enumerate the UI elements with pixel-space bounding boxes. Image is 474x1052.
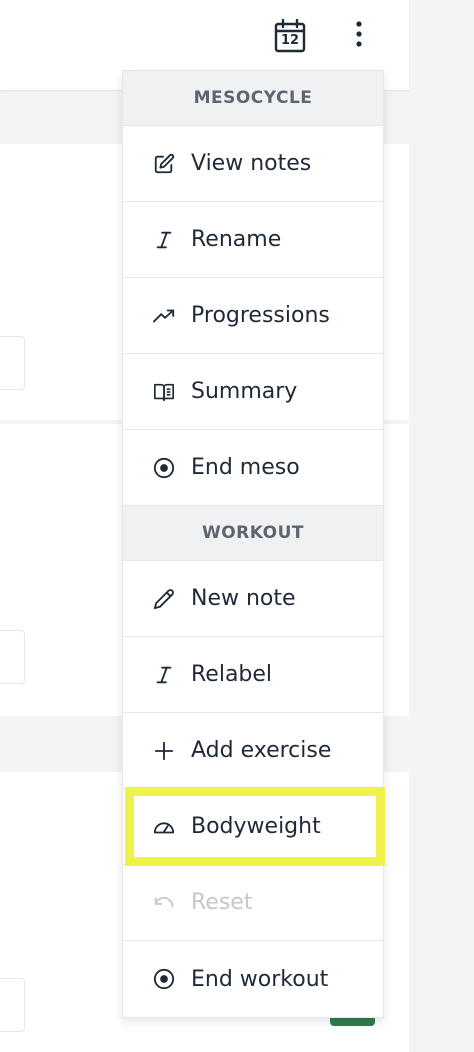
- menu-item-rename[interactable]: Rename: [123, 202, 383, 278]
- context-menu: MESOCYCLE View notes Rename Progressions…: [122, 70, 385, 1018]
- menu-item-label: Progressions: [191, 303, 330, 328]
- menu-item-label: End workout: [191, 966, 329, 992]
- italic-cursor-icon: [151, 227, 177, 253]
- menu-item-view-notes[interactable]: View notes: [123, 126, 383, 202]
- stop-circle-icon: [151, 966, 177, 992]
- menu-item-progressions[interactable]: Progressions: [123, 278, 383, 354]
- menu-item-reset[interactable]: Reset: [123, 865, 383, 941]
- undo-icon: [151, 890, 177, 916]
- menu-item-label: View notes: [191, 151, 312, 176]
- input-field[interactable]: [0, 630, 25, 684]
- section-header-workout: WORKOUT: [123, 506, 383, 561]
- menu-item-label: Bodyweight: [191, 814, 321, 839]
- calendar-day: 12: [280, 33, 300, 48]
- menu-item-label: Add exercise: [191, 738, 332, 763]
- pencil-icon: [151, 586, 177, 612]
- gauge-icon: [151, 814, 177, 840]
- menu-item-label: New note: [191, 586, 296, 611]
- input-field[interactable]: [0, 336, 25, 390]
- italic-cursor-icon: [151, 662, 177, 688]
- calendar-button[interactable]: 12: [272, 18, 308, 54]
- edit-note-icon: [151, 151, 177, 177]
- section-header-mesocycle: MESOCYCLE: [123, 71, 383, 126]
- menu-item-end-workout[interactable]: End workout: [123, 941, 383, 1017]
- stop-circle-icon: [151, 455, 177, 481]
- menu-item-label: Reset: [191, 890, 253, 915]
- menu-item-label: Relabel: [191, 662, 273, 687]
- menu-item-label: Rename: [191, 227, 282, 252]
- book-open-icon: [151, 379, 177, 405]
- more-options-button[interactable]: [341, 18, 377, 54]
- menu-item-bodyweight[interactable]: Bodyweight: [123, 787, 385, 866]
- menu-item-relabel[interactable]: Relabel: [123, 637, 383, 713]
- menu-item-label: End meso: [191, 455, 300, 480]
- more-vertical-icon: [355, 20, 363, 52]
- menu-item-add-exercise[interactable]: Add exercise: [123, 713, 383, 789]
- menu-item-label: Summary: [191, 379, 298, 404]
- menu-item-summary[interactable]: Summary: [123, 354, 383, 430]
- calendar-icon: 12: [274, 18, 306, 53]
- menu-item-end-meso[interactable]: End meso: [123, 430, 383, 506]
- trending-up-icon: [151, 303, 177, 329]
- plus-icon: [151, 738, 177, 764]
- menu-item-new-note[interactable]: New note: [123, 561, 383, 637]
- input-field[interactable]: [0, 978, 25, 1032]
